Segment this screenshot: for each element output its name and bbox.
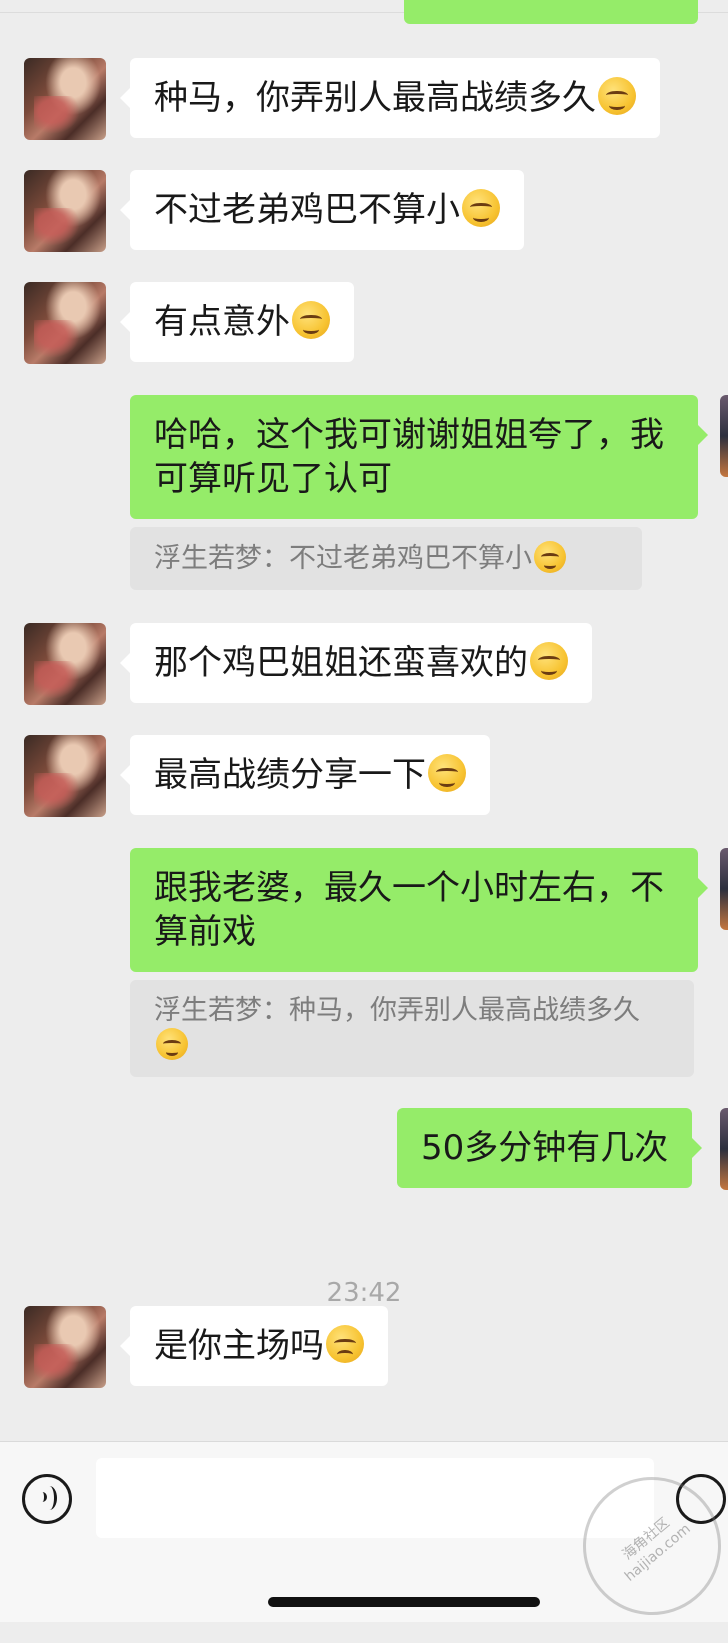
message-bubble-incoming[interactable]: 那个鸡巴姐姐还蛮喜欢的	[120, 623, 592, 703]
message-bubble-outgoing[interactable]: 跟我老婆，最久一个小时左右，不算前戏	[130, 848, 708, 972]
message-bubble-incoming[interactable]: 种马，你弄别人最高战绩多久	[120, 58, 660, 138]
message-text: 哈哈，这个我可谢谢姐姐夸了，我可算听见了认可	[154, 415, 664, 499]
message-text: 不过老弟鸡巴不算小	[154, 190, 460, 230]
message-input[interactable]	[96, 1458, 654, 1538]
message-text: 最高战绩分享一下	[154, 755, 426, 795]
smirk-emoji-icon	[530, 642, 568, 680]
thinking-emoji-icon	[326, 1325, 364, 1363]
message-bubble-incoming[interactable]: 是你主场吗	[120, 1306, 388, 1386]
smirk-emoji-icon	[598, 77, 636, 115]
contact-avatar[interactable]	[24, 282, 106, 364]
smirk-emoji-icon	[534, 541, 566, 573]
previous-message-bubble[interactable]	[404, 0, 698, 24]
home-indicator[interactable]	[268, 1597, 540, 1607]
quote-text: 浮生若梦：种马，你弄别人最高战绩多久	[154, 995, 640, 1026]
quoted-message[interactable]: 浮生若梦：不过老弟鸡巴不算小	[130, 527, 642, 590]
message-text: 跟我老婆，最久一个小时左右，不算前戏	[154, 868, 664, 952]
smirk-emoji-icon	[462, 189, 500, 227]
message-text: 是你主场吗	[154, 1326, 324, 1366]
my-avatar[interactable]	[720, 395, 728, 477]
message-bubble-outgoing[interactable]: 哈哈，这个我可谢谢姐姐夸了，我可算听见了认可	[130, 395, 708, 519]
contact-avatar[interactable]	[24, 58, 106, 140]
message-bubble-outgoing[interactable]: 50多分钟有几次	[397, 1108, 703, 1188]
message-text: 有点意外	[154, 302, 290, 342]
contact-avatar[interactable]	[24, 735, 106, 817]
contact-avatar[interactable]	[24, 170, 106, 252]
smirk-emoji-icon	[292, 301, 330, 339]
message-bubble-incoming[interactable]: 有点意外	[120, 282, 354, 362]
message-text: 那个鸡巴姐姐还蛮喜欢的	[154, 643, 528, 683]
smirk-emoji-icon	[428, 754, 466, 792]
contact-avatar[interactable]	[24, 623, 106, 705]
my-avatar[interactable]	[720, 848, 728, 930]
quoted-message[interactable]: 浮生若梦：种马，你弄别人最高战绩多久	[130, 980, 694, 1077]
message-bubble-incoming[interactable]: 不过老弟鸡巴不算小	[120, 170, 524, 250]
message-timestamp: 23:42	[326, 1278, 402, 1308]
my-avatar[interactable]	[720, 1108, 728, 1190]
contact-avatar[interactable]	[24, 1306, 106, 1388]
message-text: 50多分钟有几次	[421, 1128, 669, 1168]
voice-input-icon[interactable]	[22, 1474, 72, 1524]
quote-text: 浮生若梦：不过老弟鸡巴不算小	[154, 543, 532, 574]
message-text: 种马，你弄别人最高战绩多久	[154, 78, 596, 118]
message-bubble-incoming[interactable]: 最高战绩分享一下	[120, 735, 490, 815]
smirk-emoji-icon	[156, 1028, 188, 1060]
